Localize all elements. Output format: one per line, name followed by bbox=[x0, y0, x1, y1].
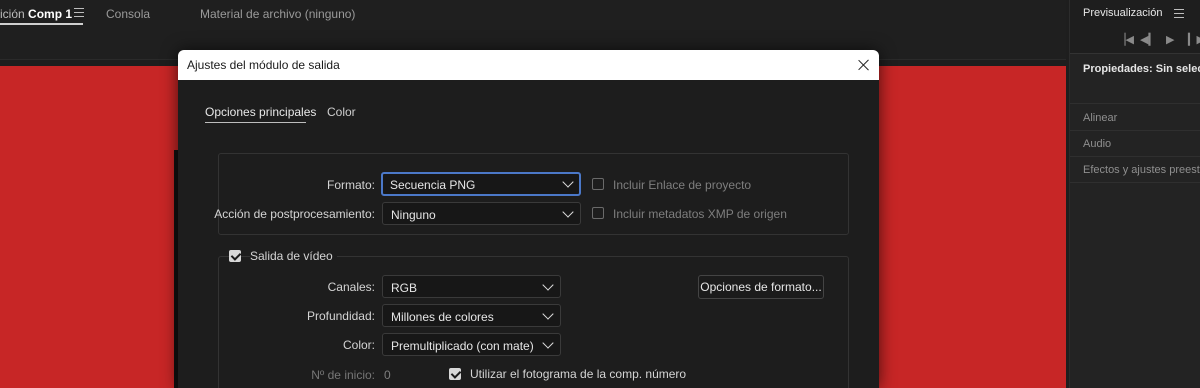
start-number-label: Nº de inicio: bbox=[311, 368, 375, 382]
format-value: Secuencia PNG bbox=[390, 178, 476, 192]
video-output-label: Salida de vídeo bbox=[250, 249, 337, 263]
chevron-down-icon bbox=[562, 176, 574, 188]
dialog-title: Ajustes del módulo de salida bbox=[187, 58, 340, 72]
prev-frame-icon[interactable]: ◀▎ bbox=[1140, 33, 1157, 46]
start-number-value[interactable]: 0 bbox=[384, 368, 391, 382]
tab-composition-name: Comp 1 bbox=[28, 7, 73, 21]
tab-color[interactable]: Color bbox=[327, 105, 356, 119]
play-icon[interactable]: ▶ bbox=[1166, 33, 1174, 46]
preview-panel-header: Previsualización ▕◀ ◀▎ ▶ ▎▶ bbox=[1070, 0, 1200, 54]
panel-menu-icon[interactable] bbox=[74, 8, 84, 17]
right-panel: Previsualización ▕◀ ◀▎ ▶ ▎▶ Propiedades:… bbox=[1069, 0, 1200, 388]
tab-main-options[interactable]: Opciones principales bbox=[205, 105, 316, 119]
color-label: Color: bbox=[342, 338, 375, 352]
color-select[interactable]: Premultiplicado (con mate) bbox=[382, 333, 561, 356]
chevron-down-icon bbox=[542, 337, 554, 349]
color-value: Premultiplicado (con mate) bbox=[391, 339, 534, 353]
properties-title: Propiedades: Sin selección bbox=[1083, 63, 1200, 75]
panel-item-audio[interactable]: Audio bbox=[1083, 138, 1111, 150]
channels-label: Canales: bbox=[327, 280, 375, 294]
divider bbox=[1070, 182, 1200, 183]
close-icon[interactable] bbox=[856, 57, 872, 73]
channels-value: RGB bbox=[391, 281, 418, 295]
divider bbox=[1070, 130, 1200, 131]
active-tab-underline bbox=[205, 122, 306, 123]
channels-select[interactable]: RGB bbox=[382, 275, 561, 298]
format-options-button[interactable]: Opciones de formato... bbox=[698, 275, 824, 299]
include-project-link-label: Incluir Enlace de proyecto bbox=[613, 178, 752, 192]
next-frame-icon[interactable]: ▎▶ bbox=[1188, 33, 1200, 46]
preview-menu-icon[interactable] bbox=[1174, 9, 1184, 18]
tab-composition-prefix: ición bbox=[0, 7, 25, 21]
depth-label: Profundidad: bbox=[306, 309, 375, 323]
chevron-down-icon bbox=[542, 308, 554, 320]
post-render-action-value: Ninguno bbox=[391, 208, 436, 222]
include-xmp-label: Incluir metadatos XMP de origen bbox=[613, 207, 787, 221]
depth-select[interactable]: Millones de colores bbox=[382, 304, 561, 327]
chevron-down-icon bbox=[542, 279, 554, 291]
dialog-titlebar[interactable]: Ajustes del módulo de salida bbox=[178, 50, 879, 80]
panel-item-align[interactable]: Alinear bbox=[1083, 112, 1117, 124]
first-frame-icon[interactable]: ▕◀ bbox=[1117, 33, 1134, 46]
include-project-link-checkbox[interactable] bbox=[592, 178, 604, 190]
use-comp-frame-label: Utilizar el fotograma de la comp. número bbox=[470, 367, 687, 381]
divider bbox=[1070, 156, 1200, 157]
include-xmp-checkbox[interactable] bbox=[592, 207, 604, 219]
preview-title: Previsualización bbox=[1083, 7, 1163, 19]
output-module-settings-dialog: Ajustes del módulo de salida Opciones pr… bbox=[178, 50, 879, 388]
format-select[interactable]: Secuencia PNG bbox=[381, 172, 581, 196]
divider bbox=[1070, 103, 1200, 104]
video-output-checkbox[interactable] bbox=[229, 250, 241, 262]
tab-composition[interactable]: ición Comp 1 bbox=[0, 7, 72, 21]
active-tab-indicator bbox=[0, 23, 83, 25]
use-comp-frame-checkbox[interactable] bbox=[449, 368, 461, 380]
post-render-action-select[interactable]: Ninguno bbox=[382, 202, 581, 225]
post-render-action-label: Acción de postprocesamiento: bbox=[214, 207, 375, 221]
format-label: Formato: bbox=[326, 178, 375, 192]
panel-item-effects[interactable]: Efectos y ajustes preestablecidos bbox=[1083, 164, 1200, 176]
tab-console[interactable]: Consola bbox=[106, 7, 150, 21]
depth-value: Millones de colores bbox=[391, 310, 494, 324]
chevron-down-icon bbox=[562, 206, 574, 218]
tab-footage[interactable]: Material de archivo (ninguno) bbox=[200, 7, 355, 21]
